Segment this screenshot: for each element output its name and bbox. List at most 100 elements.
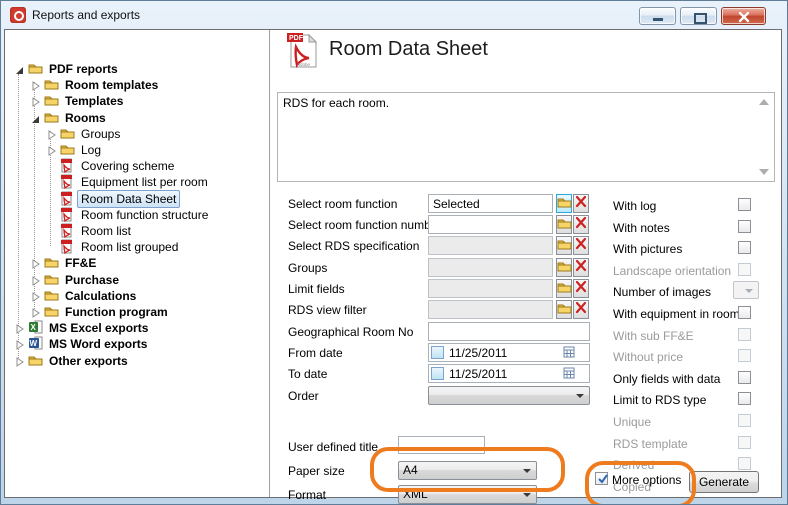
select-rds-specification-input (428, 236, 553, 255)
more-options-label: More options (612, 473, 681, 487)
only-fields-with-data-checkbox[interactable] (738, 371, 751, 384)
expand-arrow-icon[interactable] (31, 274, 41, 284)
generate-button[interactable]: Generate (689, 471, 759, 493)
tree-item-groups[interactable]: Groups (5, 125, 269, 141)
report-description-box[interactable]: RDS for each room. (277, 92, 775, 182)
maximize-button[interactable] (680, 7, 717, 25)
with-equipment-in-room-checkbox[interactable] (738, 306, 751, 319)
option-label-with-pictures: With pictures (613, 242, 682, 256)
user-defined-title-input[interactable] (398, 436, 485, 454)
to-date-enable-checkbox[interactable] (431, 367, 444, 380)
minimize-button[interactable] (639, 7, 676, 25)
unique-checkbox (738, 414, 751, 427)
paper-size-select[interactable]: A4 (398, 461, 537, 480)
geographical-room-no-input[interactable] (428, 322, 590, 341)
order-select[interactable] (428, 386, 590, 405)
tree-item-covering-scheme[interactable]: Covering scheme (5, 157, 269, 173)
tree-item-label[interactable]: FF&E (61, 254, 100, 272)
check-icon (596, 472, 610, 486)
expand-arrow-icon[interactable] (47, 144, 57, 154)
select-room-function-input[interactable]: Selected (428, 194, 553, 213)
expand-arrow-icon[interactable] (31, 290, 41, 300)
tree-item-room-data-sheet[interactable]: Room Data Sheet (5, 190, 269, 206)
expand-arrow-icon[interactable] (15, 338, 25, 348)
tree-item-ms-excel-exports[interactable]: XMS Excel exports (5, 319, 269, 335)
tree-item-log[interactable]: Log (5, 141, 269, 157)
tree-item-room-function-structure[interactable]: Room function structure (5, 206, 269, 222)
close-button[interactable] (721, 7, 766, 25)
reports-tree-panel: PDF reportsRoom templatesTemplatesRoomsG… (5, 30, 270, 497)
field-label-format: Format (288, 488, 326, 502)
folder-icon (44, 255, 59, 269)
tree-item-label[interactable]: Other exports (45, 352, 132, 370)
tree-item-ff-e[interactable]: FF&E (5, 254, 269, 270)
tree-item-room-list[interactable]: Room list (5, 222, 269, 238)
to-date-picker[interactable]: 11/25/2011 (428, 364, 590, 383)
expand-arrow-icon[interactable] (31, 306, 41, 316)
clear-limit-fields-button[interactable] (573, 279, 589, 298)
expand-arrow-icon[interactable] (47, 128, 57, 138)
tree-item-other-exports[interactable]: Other exports (5, 352, 269, 368)
field-label-to-date: To date (288, 367, 327, 381)
expand-arrow-icon[interactable] (31, 95, 41, 105)
without-price-checkbox (738, 349, 751, 362)
tree-item-ms-word-exports[interactable]: WMS Word exports (5, 335, 269, 351)
collapse-arrow-icon[interactable] (15, 63, 25, 73)
browse-rds-view-filter-button[interactable] (556, 300, 572, 319)
tree-item-room-templates[interactable]: Room templates (5, 76, 269, 92)
minimize-icon (653, 18, 663, 21)
expand-arrow-icon[interactable] (31, 79, 41, 89)
rds-template-checkbox (738, 436, 751, 449)
field-label-geographical-room-no: Geographical Room No (288, 325, 413, 339)
expand-arrow-icon[interactable] (15, 355, 25, 365)
select-room-function-number-input[interactable] (428, 215, 553, 234)
pdf-report-icon: PDF Adobe (285, 32, 319, 75)
tree-item-function-program[interactable]: Function program (5, 303, 269, 319)
browse-groups-button[interactable] (556, 258, 572, 277)
with-notes-checkbox[interactable] (738, 220, 751, 233)
more-options-checkbox[interactable] (595, 472, 608, 485)
option-label-with-sub-ff-e: With sub FF&E (613, 329, 694, 343)
tree-item-rooms[interactable]: Rooms (5, 109, 269, 125)
with-pictures-checkbox[interactable] (738, 241, 751, 254)
folder-icon (60, 142, 75, 156)
tree-item-purchase[interactable]: Purchase (5, 271, 269, 287)
tree-item-templates[interactable]: Templates (5, 92, 269, 108)
field-label-select-room-function-number: Select room function number (288, 218, 441, 232)
from-date-enable-checkbox[interactable] (431, 346, 444, 359)
tree-item-calculations[interactable]: Calculations (5, 287, 269, 303)
calendar-icon[interactable] (563, 346, 575, 362)
pdf-icon (60, 207, 75, 221)
title-bar[interactable]: Reports and exports (1, 1, 787, 29)
calendar-icon[interactable] (563, 367, 575, 383)
clear-select-room-function-button[interactable] (573, 194, 589, 213)
from-date-value: 11/25/2011 (449, 345, 507, 361)
tree-item-room-list-grouped[interactable]: Room list grouped (5, 238, 269, 254)
browse-select-room-function-button[interactable] (556, 194, 572, 213)
collapse-arrow-icon[interactable] (31, 112, 41, 122)
field-label-select-rds-specification: Select RDS specification (288, 239, 419, 253)
option-label-limit-to-rds-type: Limit to RDS type (613, 393, 706, 407)
browse-select-rds-specification-button[interactable] (556, 236, 572, 255)
clear-groups-button[interactable] (573, 258, 589, 277)
from-date-picker[interactable]: 11/25/2011 (428, 343, 590, 362)
clear-select-room-function-number-button[interactable] (573, 215, 589, 234)
scroll-down-icon[interactable] (759, 169, 769, 175)
limit-to-rds-type-checkbox[interactable] (738, 392, 751, 405)
expand-arrow-icon[interactable] (31, 257, 41, 267)
expand-arrow-icon[interactable] (15, 322, 25, 332)
tree-item-label[interactable]: Templates (61, 92, 127, 110)
tree-item-label[interactable]: MS Word exports (45, 335, 151, 353)
clear-select-rds-specification-button[interactable] (573, 236, 589, 255)
tree-item-label[interactable]: Equipment list per room (77, 173, 212, 191)
format-select[interactable]: XML (398, 485, 537, 504)
tree-item-pdf-reports[interactable]: PDF reports (5, 60, 269, 76)
browse-select-room-function-number-button[interactable] (556, 215, 572, 234)
folder-icon (557, 301, 572, 319)
browse-limit-fields-button[interactable] (556, 279, 572, 298)
with-log-checkbox[interactable] (738, 198, 751, 211)
pdf-icon (60, 158, 75, 172)
scroll-up-icon[interactable] (759, 99, 769, 105)
clear-rds-view-filter-button[interactable] (573, 300, 589, 319)
tree-item-equipment-list-per-room[interactable]: Equipment list per room (5, 173, 269, 189)
